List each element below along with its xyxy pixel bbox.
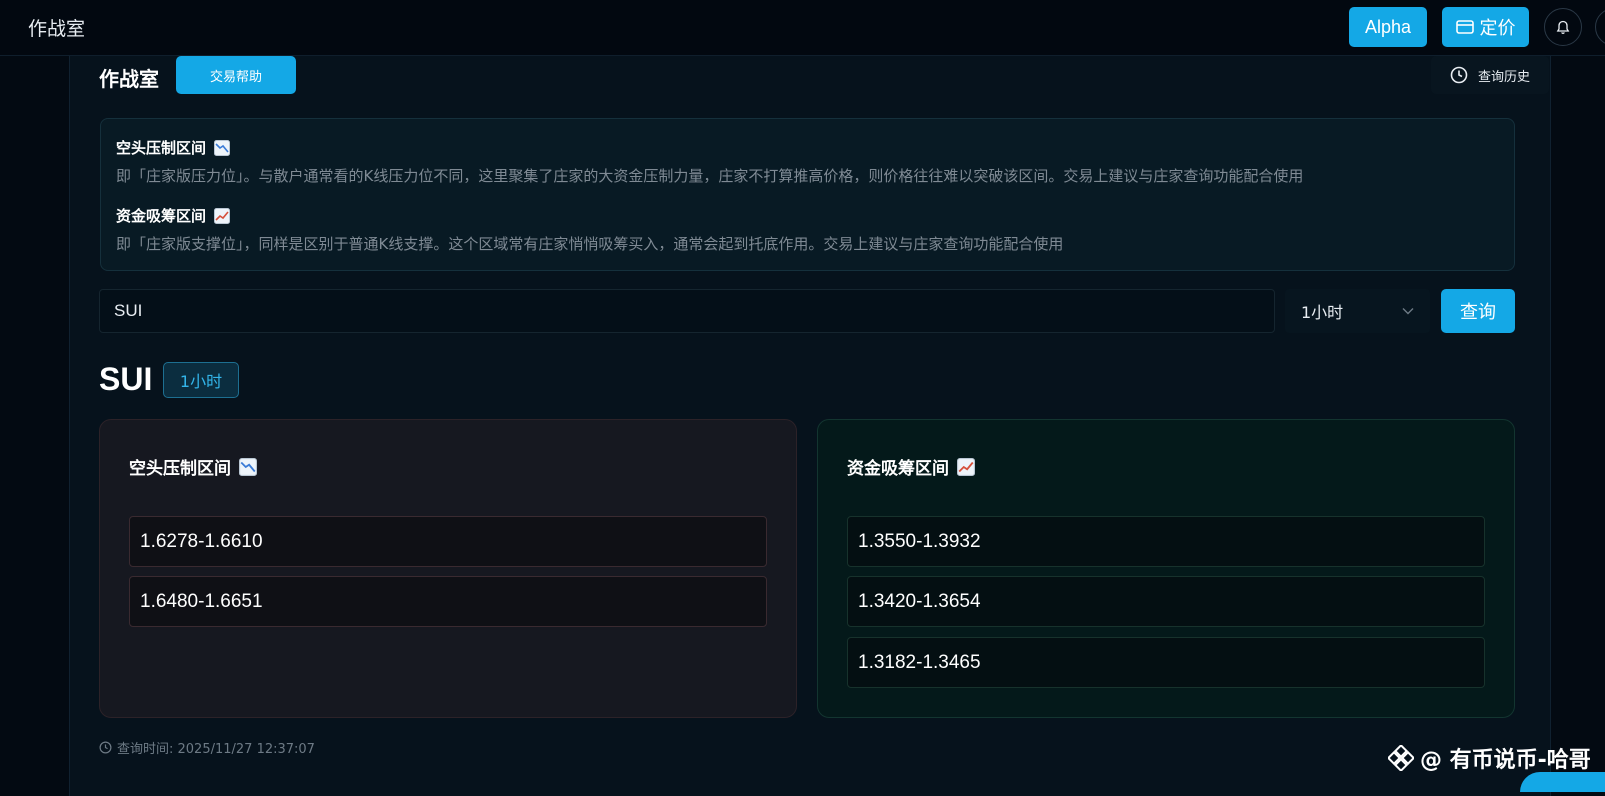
result-symbol: SUI — [99, 361, 153, 397]
watermark-text: @ 有币说币-哈哥 — [1420, 748, 1591, 773]
query-history-label: 查询历史 — [1477, 69, 1530, 85]
trading-help-button[interactable]: 交易帮助 — [176, 56, 296, 94]
timeframe-badge: 1小时 — [163, 362, 239, 398]
long-zone-heading: 资金吸筹区间 — [116, 205, 231, 226]
chart-down-icon — [214, 139, 231, 156]
alpha-button[interactable]: Alpha — [1349, 7, 1427, 47]
chart-up-icon — [214, 207, 231, 224]
long-zone-description: 即「庄家版支撑位」，同样是区别于普通K线支撑。这个区域常有庄家悄悄吸筹买入，通常… — [116, 235, 1064, 253]
section-title: 作战室 — [99, 67, 159, 91]
query-history-button[interactable]: 查询历史 — [1431, 56, 1549, 94]
pricing-button[interactable]: 定价 — [1442, 7, 1529, 47]
symbol-search-input[interactable] — [99, 289, 1275, 333]
timeframe-select-value: 1小时 — [1301, 303, 1344, 322]
top-bar: 作战室 Alpha 定价 — [0, 0, 1605, 56]
bell-icon — [1556, 20, 1570, 34]
user-menu-button[interactable] — [1595, 8, 1605, 46]
short-pressure-card: 空头压制区间 1.6278-1.6610 1.6480-1.6651 — [99, 419, 797, 718]
long-card-title-text: 资金吸筹区间 — [847, 459, 949, 479]
long-card-title: 资金吸筹区间 — [847, 454, 975, 479]
chart-down-icon — [239, 457, 257, 476]
app-title[interactable]: 作战室 — [28, 14, 85, 41]
short-zone-heading-text: 空头压制区间 — [116, 139, 207, 157]
notifications-button[interactable] — [1544, 8, 1582, 46]
short-card-title: 空头压制区间 — [129, 454, 257, 479]
short-range-item: 1.6278-1.6610 — [129, 516, 767, 567]
diamond-logo-icon — [1388, 745, 1414, 771]
timeframe-select[interactable]: 1小时 — [1285, 289, 1430, 333]
info-box: 空头压制区间 即「庄家版压力位」。与散户通常看的K线压力位不同，这里聚集了庄家的… — [100, 118, 1515, 271]
chart-up-icon — [957, 457, 975, 476]
long-range-item: 1.3550-1.3932 — [847, 516, 1485, 567]
chevron-down-icon — [1402, 308, 1414, 315]
clock-icon — [1450, 66, 1468, 84]
floating-action-button[interactable] — [1520, 772, 1605, 792]
long-zone-heading-text: 资金吸筹区间 — [116, 207, 207, 225]
card-icon — [1455, 20, 1474, 34]
watermark: @ 有币说币-哈哥 — [1388, 742, 1591, 774]
pricing-label: 定价 — [1479, 18, 1516, 39]
long-accumulation-card: 资金吸筹区间 1.3550-1.3932 1.3420-1.3654 1.318… — [817, 419, 1515, 718]
query-button[interactable]: 查询 — [1441, 289, 1515, 333]
war-room-panel: 作战室 交易帮助 查询历史 空头压制区间 即「庄家版压力位」。与散户通常看的K线… — [69, 56, 1551, 796]
query-time: 查询时间: 2025/11/27 12:37:07 — [99, 738, 315, 757]
short-zone-heading: 空头压制区间 — [116, 137, 231, 158]
long-range-item: 1.3420-1.3654 — [847, 576, 1485, 627]
long-range-item: 1.3182-1.3465 — [847, 637, 1485, 688]
short-card-title-text: 空头压制区间 — [129, 459, 231, 479]
short-zone-description: 即「庄家版压力位」。与散户通常看的K线压力位不同，这里聚集了庄家的大资金压制力量… — [116, 167, 1304, 185]
short-range-item: 1.6480-1.6651 — [129, 576, 767, 627]
clock-icon — [99, 741, 112, 754]
query-time-text: 查询时间: 2025/11/27 12:37:07 — [117, 742, 315, 757]
